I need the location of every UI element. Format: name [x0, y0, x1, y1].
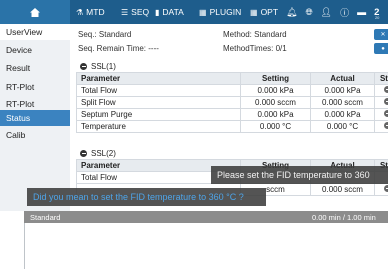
info-icon[interactable]: ⓘ — [340, 6, 349, 19]
actual-value: 0.000 kPa — [310, 108, 375, 121]
status-icon — [384, 98, 388, 105]
setting-value: 0.000 kPa — [240, 108, 311, 121]
setting-value: 0.000 sccm — [240, 96, 311, 109]
collapse-icon — [80, 149, 87, 157]
top-navigation-bar: ⚗ MTD ☰ SEQ ▮ DATA ▦ PLUGIN ▦ OPT 🔔︎ 🌐︎ … — [0, 0, 388, 24]
nav-plugin[interactable]: ▦ PLUGIN — [199, 0, 241, 24]
suggestion-text: Did you mean to set the FID temperature … — [33, 192, 244, 202]
setting-value: 0.000 kPa — [240, 84, 311, 97]
sidebar-item-userview[interactable]: UserView — [0, 24, 70, 40]
column-header: Parameter — [76, 72, 241, 85]
status-run-time: 0.00 min / 1.00 min — [312, 212, 376, 222]
actual-value: 0.000 kPa — [310, 84, 375, 97]
toast-text: Please set the FID temperature to 360 — [217, 170, 370, 180]
status-cell — [374, 96, 388, 109]
sidebar: UserView Device Result RT-Plot RT-Plot S… — [0, 24, 70, 211]
info-panel-button[interactable]: ● — [374, 43, 388, 54]
bar-chart-icon: ▮ — [155, 7, 160, 17]
status-sequence: Standard — [30, 212, 61, 222]
nav-opt-label: OPT — [260, 7, 279, 17]
column-header: Setting — [240, 72, 311, 85]
divider — [24, 223, 25, 269]
voice-command-toast: Please set the FID temperature to 360 — [211, 166, 388, 184]
setting-value: 0.000 °C — [240, 120, 311, 133]
info-icon: ● — [381, 45, 385, 52]
close-panel-button[interactable]: ✕ — [374, 29, 388, 40]
sidebar-item-label: RT-Plot — [6, 82, 35, 92]
info-row-2: Seq. Remain Time: ---- MethodTimes: 0/1 … — [76, 42, 388, 54]
column-header: Actual — [310, 72, 375, 85]
sidebar-item-label: Status — [6, 113, 31, 123]
column-header: Stat — [374, 72, 388, 85]
remain-time-label: Seq. Remain Time: ---- — [78, 43, 159, 53]
status-icon — [384, 122, 388, 129]
nav-opt[interactable]: ▦ OPT — [250, 0, 278, 24]
table-row: Total Flow 0.000 kPa 0.000 kPa — [76, 84, 388, 97]
method-label: Method: Standard — [223, 29, 287, 39]
battery-icon: ▬ — [357, 7, 367, 17]
close-icon: ✕ — [380, 32, 386, 38]
param-name: Temperature — [76, 120, 241, 133]
status-icon — [384, 110, 388, 117]
sequence-label: Seq.: Standard — [78, 29, 132, 39]
param-name: Split Flow — [76, 96, 241, 109]
sidebar-item-status[interactable]: Status — [0, 110, 70, 126]
actual-value: 0.000 sccm — [310, 183, 375, 196]
actual-value: 0.000 °C — [310, 120, 375, 133]
status-cell — [374, 84, 388, 97]
sequence-info: Seq.: Standard Method: Standard ✕ Seq. R… — [76, 28, 388, 56]
nav-data-label: DATA — [162, 7, 184, 17]
info-row-1: Seq.: Standard Method: Standard ✕ — [76, 28, 388, 40]
nav-mtd-label: MTD — [86, 7, 105, 17]
sidebar-item-device[interactable]: Device — [0, 42, 70, 58]
table-header-row: Parameter Setting Actual Stat — [76, 72, 388, 85]
grid-icon: ▦ — [250, 7, 258, 17]
nav-seq[interactable]: ☰ SEQ — [121, 0, 149, 24]
sidebar-item-result[interactable]: Result — [0, 60, 70, 76]
home-button[interactable] — [0, 0, 70, 24]
nav-data[interactable]: ▮ DATA — [155, 0, 184, 24]
table-row: Temperature 0.000 °C 0.000 °C — [76, 120, 388, 133]
sidebar-item-calib[interactable]: Calib — [0, 127, 70, 143]
status-bar: Standard 0.00 min / 1.00 min — [24, 211, 388, 223]
ssl2-header[interactable]: SSL(2) — [76, 147, 388, 159]
nav-mtd[interactable]: ⚗ MTD — [76, 0, 105, 24]
bell-icon[interactable]: 🔔︎ — [286, 7, 297, 18]
sidebar-item-label: Result — [6, 63, 31, 73]
param-name: Septum Purge — [76, 108, 241, 121]
status-cell — [374, 120, 388, 133]
globe-icon[interactable]: 🌐︎ — [305, 7, 312, 18]
ssl1-section: SSL(1) Parameter Setting Actual Stat Tot… — [76, 60, 388, 133]
status-cell — [374, 108, 388, 121]
nav-seq-label: SEQ — [131, 7, 150, 17]
status-icon — [384, 86, 388, 93]
sidebar-item-label: Calib — [6, 130, 26, 140]
sidebar-item-rt-plot-1[interactable]: RT-Plot — [0, 79, 70, 95]
sidebar-item-label: Device — [6, 45, 32, 55]
ssl1-table: Parameter Setting Actual Stat Total Flow… — [76, 72, 388, 133]
list-icon: ☰ — [121, 7, 129, 17]
param-name: Total Flow — [76, 84, 241, 97]
collapse-icon — [80, 62, 87, 70]
suggestion-toast[interactable]: Did you mean to set the FID temperature … — [27, 188, 266, 206]
grid-icon: ▦ — [199, 7, 207, 17]
system-tray: 🔔︎ 🌐︎ 👤︎ ⓘ ▬ 2 20 — [286, 0, 379, 24]
flask-icon: ⚗ — [76, 7, 84, 17]
table-row: Septum Purge 0.000 kPa 0.000 kPa — [76, 108, 388, 121]
ssl1-title: SSL(1) — [91, 61, 116, 71]
table-row: Split Flow 0.000 sccm 0.000 sccm — [76, 96, 388, 109]
home-icon — [30, 7, 40, 17]
status-icon — [384, 185, 388, 192]
status-cell — [374, 183, 388, 196]
nav-plugin-label: PLUGIN — [209, 7, 242, 17]
method-times-label: MethodTimes: 0/1 — [223, 43, 287, 53]
actual-value: 0.000 sccm — [310, 96, 375, 109]
sidebar-item-label: RT-Plot — [6, 99, 35, 109]
ssl2-title: SSL(2) — [91, 148, 116, 158]
ssl1-header[interactable]: SSL(1) — [76, 60, 388, 72]
clock-sub: 20 — [374, 15, 380, 20]
sidebar-item-label: UserView — [6, 27, 43, 37]
user-icon[interactable]: 👤︎ — [321, 7, 332, 18]
